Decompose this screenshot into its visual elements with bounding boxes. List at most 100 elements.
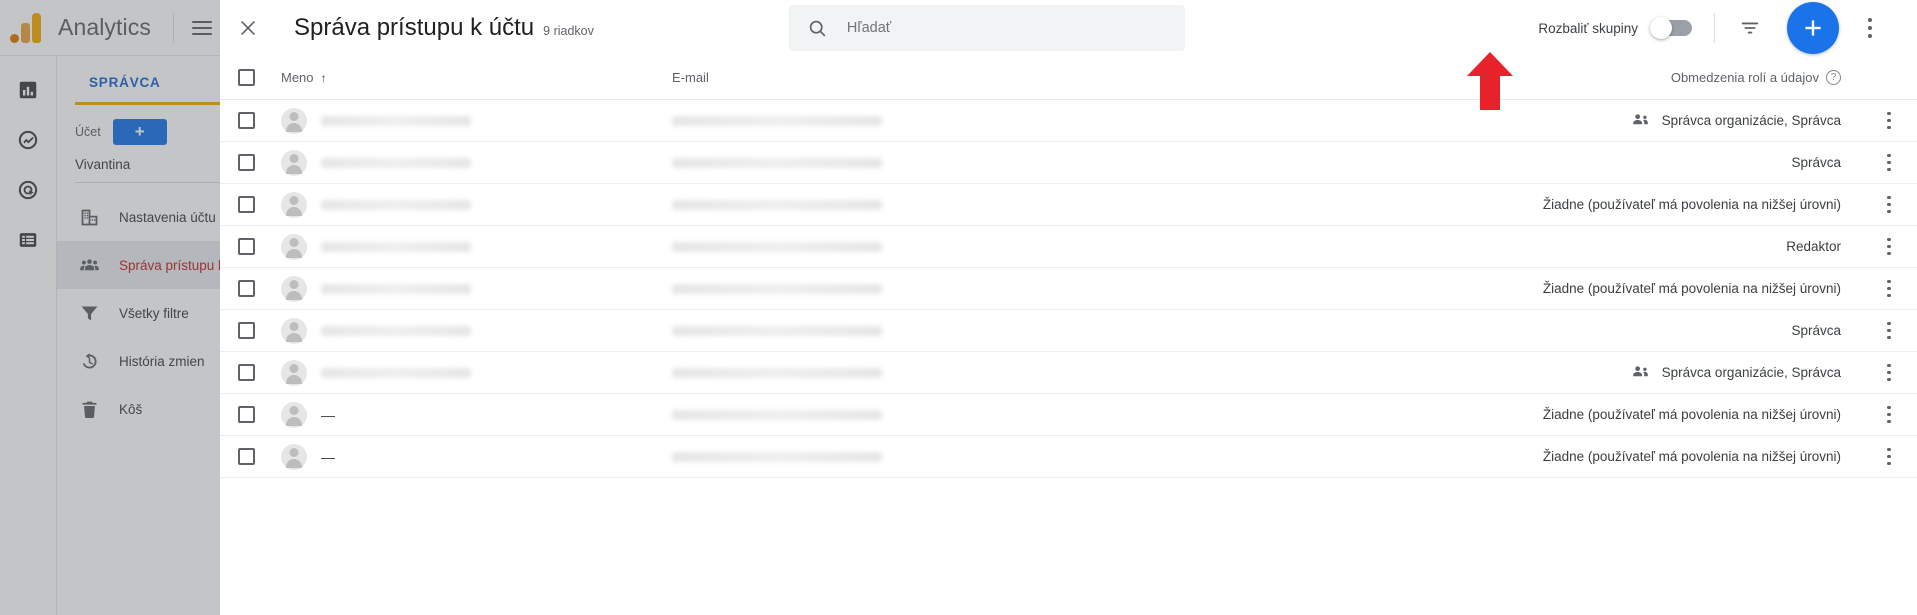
- cell-name-redacted: [321, 157, 471, 168]
- help-icon[interactable]: ?: [1826, 70, 1841, 85]
- cell-role: Správca: [1130, 323, 1861, 338]
- cell-name-redacted: [321, 325, 471, 336]
- close-icon[interactable]: [220, 0, 276, 56]
- cell-role-value: Správca organizácie, Správca: [1661, 365, 1841, 380]
- cell-name-redacted: [321, 283, 471, 294]
- account-access-management-dialog: Správa prístupu k účtu 9 riadkov Rozbali…: [220, 0, 1917, 615]
- row-checkbox[interactable]: [220, 406, 272, 423]
- header-actions: Rozbaliť skupiny: [1538, 2, 1905, 54]
- cell-role-value: Správca: [1791, 155, 1841, 170]
- table-row[interactable]: Správca organizácie, Správca: [220, 100, 1917, 142]
- group-member-icon: [1631, 363, 1650, 382]
- cell-name-value: —: [321, 448, 335, 465]
- row-more-vert-icon[interactable]: [1861, 405, 1917, 424]
- row-more-vert-icon[interactable]: [1861, 153, 1917, 172]
- cell-email: [672, 199, 1130, 210]
- cell-role-value: Správca organizácie, Správca: [1661, 113, 1841, 128]
- table-row[interactable]: Správca: [220, 310, 1917, 352]
- sort-ascending-icon: ↑: [320, 70, 327, 85]
- avatar: [281, 359, 307, 386]
- cell-role: Žiadne (používateľ má povolenia na nižše…: [1130, 197, 1861, 212]
- cell-role-value: Redaktor: [1786, 239, 1841, 254]
- search-input[interactable]: [846, 20, 1167, 36]
- cell-name-redacted: [321, 199, 471, 210]
- cell-email-redacted: [672, 367, 882, 378]
- table-row[interactable]: Správca: [220, 142, 1917, 184]
- row-checkbox[interactable]: [220, 322, 272, 339]
- cell-name: [272, 233, 672, 260]
- table-row[interactable]: Správca organizácie, Správca: [220, 352, 1917, 394]
- cell-role: Správca: [1130, 155, 1861, 170]
- avatar: [281, 275, 307, 302]
- table-row[interactable]: Žiadne (používateľ má povolenia na nižše…: [220, 184, 1917, 226]
- row-more-vert-icon[interactable]: [1861, 195, 1917, 214]
- cell-role-value: Žiadne (používateľ má povolenia na nižše…: [1542, 407, 1841, 422]
- expand-groups-toggle[interactable]: [1650, 17, 1692, 39]
- row-checkbox[interactable]: [220, 448, 272, 465]
- cell-email: [672, 283, 1130, 294]
- toggle-knob: [1650, 17, 1672, 39]
- column-header-name[interactable]: Meno ↑: [272, 70, 672, 85]
- row-more-vert-icon[interactable]: [1861, 447, 1917, 466]
- group-member-icon: [1631, 111, 1650, 130]
- row-checkbox[interactable]: [220, 154, 272, 171]
- table-row[interactable]: Žiadne (používateľ má povolenia na nižše…: [220, 268, 1917, 310]
- search-box[interactable]: [788, 5, 1185, 51]
- cell-name-redacted: [321, 241, 471, 252]
- cell-name: [272, 359, 672, 386]
- page-title: Správa prístupu k účtu: [294, 14, 535, 41]
- cell-name: —: [272, 401, 672, 428]
- cell-email-redacted: [672, 241, 882, 252]
- row-checkbox[interactable]: [220, 238, 272, 255]
- select-all-checkbox[interactable]: [220, 69, 272, 86]
- column-header-email[interactable]: E-mail: [672, 70, 1130, 85]
- row-checkbox[interactable]: [220, 280, 272, 297]
- cell-role-value: Správca: [1791, 323, 1841, 338]
- avatar: [281, 401, 307, 428]
- add-user-button[interactable]: [1787, 2, 1839, 54]
- expand-groups-label: Rozbaliť skupiny: [1538, 20, 1638, 36]
- cell-role: Žiadne (používateľ má povolenia na nižše…: [1130, 281, 1861, 296]
- cell-role: Správca organizácie, Správca: [1130, 363, 1861, 382]
- row-count-label: 9 riadkov: [543, 24, 594, 38]
- cell-email: [672, 157, 1130, 168]
- cell-role: Správca organizácie, Správca: [1130, 111, 1861, 130]
- table-header-row: Meno ↑ E-mail Obmedzenia rolí a údajov ?: [220, 56, 1917, 100]
- cell-role: Žiadne (používateľ má povolenia na nižše…: [1130, 407, 1861, 422]
- row-checkbox[interactable]: [220, 364, 272, 381]
- row-more-vert-icon[interactable]: [1861, 279, 1917, 298]
- column-header-roles: Obmedzenia rolí a údajov ?: [1130, 70, 1861, 85]
- column-header-roles-label: Obmedzenia rolí a údajov: [1670, 70, 1819, 85]
- cell-email-redacted: [672, 157, 882, 168]
- cell-name: [272, 275, 672, 302]
- cell-email: [672, 325, 1130, 336]
- row-more-vert-icon[interactable]: [1861, 321, 1917, 340]
- cell-role-value: Žiadne (používateľ má povolenia na nižše…: [1542, 449, 1841, 464]
- avatar: [281, 233, 307, 260]
- more-vert-icon[interactable]: [1853, 8, 1887, 48]
- cell-email-redacted: [672, 283, 882, 294]
- avatar: [281, 191, 307, 218]
- search-icon: [809, 20, 826, 36]
- table-row[interactable]: — Žiadne (používateľ má povolenia na nižš…: [220, 394, 1917, 436]
- table-body: Správca organizácie, Správca Správca Žiadn…: [220, 100, 1917, 478]
- row-more-vert-icon[interactable]: [1861, 111, 1917, 130]
- cell-email-redacted: [672, 115, 882, 126]
- dialog-title-area: Správa prístupu k účtu 9 riadkov: [294, 14, 594, 42]
- avatar: [281, 443, 307, 470]
- cell-name-redacted: [321, 115, 471, 126]
- cell-name: [272, 107, 672, 134]
- cell-role-value: Žiadne (používateľ má povolenia na nižše…: [1542, 281, 1841, 296]
- cell-email-redacted: [672, 325, 882, 336]
- cell-name-redacted: [321, 367, 471, 378]
- table-row[interactable]: — Žiadne (používateľ má povolenia na nižš…: [220, 436, 1917, 478]
- cell-role: Žiadne (používateľ má povolenia na nižše…: [1130, 449, 1861, 464]
- table-row[interactable]: Redaktor: [220, 226, 1917, 268]
- row-checkbox[interactable]: [220, 112, 272, 129]
- row-more-vert-icon[interactable]: [1861, 363, 1917, 382]
- row-more-vert-icon[interactable]: [1861, 237, 1917, 256]
- cell-name: [272, 317, 672, 344]
- cell-name: —: [272, 443, 672, 470]
- row-checkbox[interactable]: [220, 196, 272, 213]
- filter-list-icon[interactable]: [1733, 11, 1767, 45]
